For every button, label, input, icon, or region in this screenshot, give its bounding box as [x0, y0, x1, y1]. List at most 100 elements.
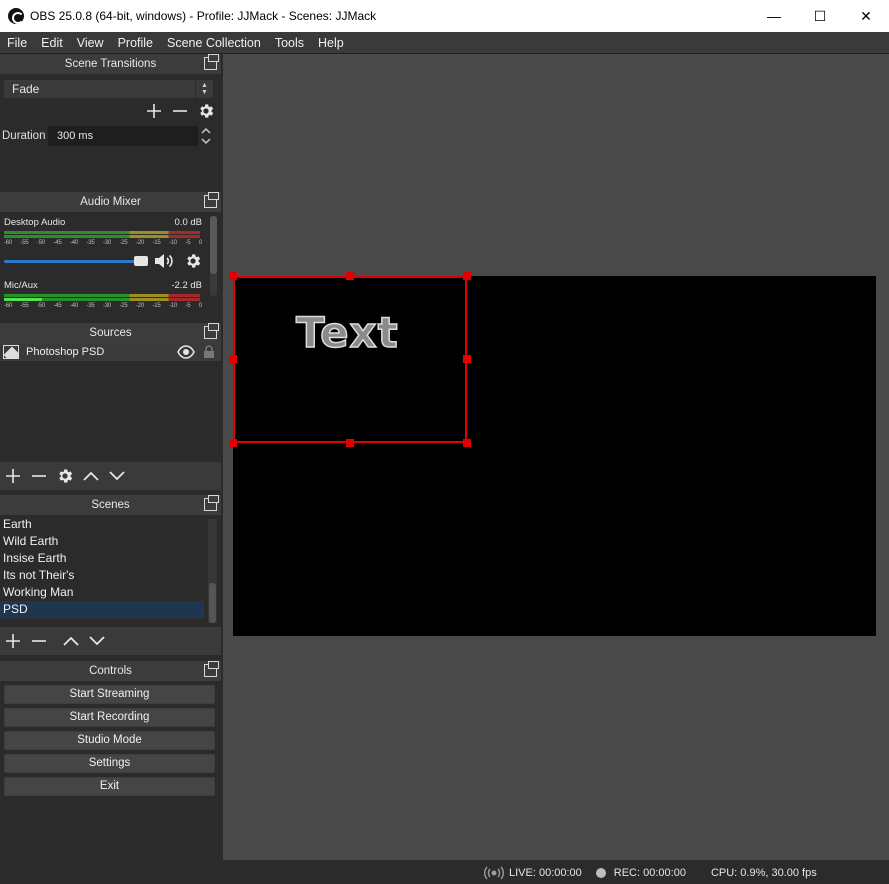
mixer-scrollbar[interactable] [210, 216, 217, 296]
meter-ticks: -60 -55 -50 -45 -40 -35 -30 -25 -20 -15 -10 -5 0 [4, 303, 202, 309]
lock-icon[interactable] [203, 345, 215, 362]
scene-item[interactable]: Its not Their's [0, 567, 204, 584]
resize-handle-bottom-right[interactable] [463, 439, 471, 447]
obs-logo-icon [8, 8, 24, 24]
source-name: Photoshop PSD [26, 346, 105, 358]
move-source-down-button[interactable] [108, 467, 126, 485]
move-source-up-button[interactable] [82, 467, 100, 485]
menu-file[interactable]: File [0, 32, 34, 54]
window-title: OBS 25.0.8 (64-bit, windows) - Profile: … [30, 9, 377, 23]
transition-select[interactable]: Fade ▲ ▼ [3, 79, 214, 99]
minimize-button[interactable]: — [751, 0, 797, 32]
remove-source-button[interactable] [30, 467, 48, 485]
resize-handle-bottom[interactable] [346, 439, 354, 447]
resize-handle-right[interactable] [463, 355, 471, 363]
menu-bar: File Edit View Profile Scene Collection … [0, 32, 889, 54]
duration-label: Duration [2, 130, 46, 142]
menu-edit[interactable]: Edit [34, 32, 70, 54]
menu-view[interactable]: View [70, 32, 111, 54]
sources-title: Sources [0, 323, 221, 343]
duration-row: Duration 300 ms [2, 126, 217, 146]
source-item[interactable]: Photoshop PSD [0, 343, 221, 361]
channel-mic-aux: Mic/Aux -2.2 dB -60 -55 -50 -45 -40 -35 -30 -25… [4, 280, 202, 309]
channel-name: Desktop Audio [4, 217, 66, 228]
gear-icon [200, 104, 214, 118]
scene-item[interactable]: Insise Earth [0, 550, 204, 567]
scenes-scrollbar[interactable] [208, 519, 217, 623]
scene-item-selected[interactable]: PSD [0, 601, 204, 618]
channel-level: -2.2 dB [171, 280, 202, 291]
scenes-scrollbar-thumb[interactable] [209, 583, 216, 623]
volume-meter [4, 231, 202, 239]
controls-buttons: Start Streaming Start Recording Studio M… [0, 681, 221, 796]
sources-panel: Sources Photoshop PSD [0, 323, 221, 490]
channel-level: 0.0 dB [174, 217, 202, 228]
source-properties-button[interactable] [56, 467, 74, 485]
minus-icon [32, 475, 46, 477]
undock-icon[interactable] [204, 54, 219, 70]
move-scene-up-button[interactable] [62, 632, 80, 650]
broadcast-icon [484, 866, 504, 880]
meter-ticks: -60 -55 -50 -45 -40 -35 -30 -25 -20 -15 -10 -5 0 [4, 240, 202, 246]
volume-slider-handle[interactable] [134, 255, 148, 266]
scenes-title-text: Scenes [91, 499, 130, 511]
studio-mode-button[interactable]: Studio Mode [4, 731, 215, 750]
menu-scene-collection[interactable]: Scene Collection [160, 32, 268, 54]
audio-mixer-title-text: Audio Mixer [80, 196, 141, 208]
volume-row [4, 252, 202, 270]
add-scene-button[interactable] [4, 632, 22, 650]
menu-help[interactable]: Help [311, 32, 351, 54]
speaker-icon[interactable] [154, 252, 176, 270]
audio-mixer-body: Desktop Audio 0.0 dB -60 -55 -50 -45 -40 -35-… [0, 212, 221, 316]
undock-icon[interactable] [204, 495, 219, 511]
remove-transition-button[interactable] [171, 102, 189, 120]
scene-transitions-title-text: Scene Transitions [64, 58, 157, 70]
record-dot-icon [595, 868, 606, 878]
undock-icon[interactable] [204, 661, 219, 677]
chevron-down-icon [89, 636, 105, 646]
undock-icon[interactable] [204, 192, 219, 208]
resize-handle-top[interactable] [346, 272, 354, 280]
undock-icon[interactable] [204, 323, 219, 339]
plus-icon [6, 634, 20, 648]
image-icon [3, 345, 19, 359]
remove-scene-button[interactable] [30, 632, 48, 650]
maximize-button[interactable]: ☐ [797, 0, 843, 32]
channel-name: Mic/Aux [4, 280, 38, 291]
resize-handle-bottom-left[interactable] [229, 439, 237, 447]
move-scene-down-button[interactable] [88, 632, 106, 650]
scene-transitions-panel: Scene Transitions Fade ▲ ▼ Duration 300 m… [0, 54, 221, 150]
volume-slider[interactable] [4, 255, 148, 266]
add-transition-button[interactable] [145, 102, 163, 120]
duration-input[interactable]: 300 ms [48, 126, 198, 146]
scene-item[interactable]: Earth [0, 516, 204, 533]
scene-item[interactable]: Wild Earth [0, 533, 204, 550]
scene-transitions-title: Scene Transitions [0, 54, 221, 74]
gear-icon[interactable] [184, 252, 202, 270]
mixer-scrollbar-thumb[interactable] [210, 216, 217, 274]
menu-tools[interactable]: Tools [268, 32, 311, 54]
close-button[interactable]: ✕ [843, 0, 889, 32]
plus-icon [147, 104, 161, 118]
transition-toolbar [145, 102, 215, 120]
resize-handle-left[interactable] [229, 355, 237, 363]
transition-properties-button[interactable] [197, 102, 215, 120]
visibility-eye-icon[interactable] [177, 345, 195, 362]
settings-button[interactable]: Settings [4, 754, 215, 773]
resize-handle-top-right[interactable] [463, 272, 471, 280]
menu-profile[interactable]: Profile [111, 32, 160, 54]
resize-handle-top-left[interactable] [229, 272, 237, 280]
chevron-up-icon [201, 127, 211, 134]
add-source-button[interactable] [4, 467, 22, 485]
transition-select-value: Fade [12, 82, 40, 96]
start-streaming-button[interactable]: Start Streaming [4, 685, 215, 704]
scene-item[interactable]: Working Man [0, 584, 204, 601]
start-recording-button[interactable]: Start Recording [4, 708, 215, 727]
scenes-toolbar [0, 627, 221, 655]
chevron-up-icon [83, 471, 99, 481]
duration-spinner[interactable] [198, 126, 214, 146]
chevron-down-icon [109, 471, 125, 481]
source-selection-box[interactable] [233, 276, 467, 443]
minus-icon [32, 640, 46, 642]
exit-button[interactable]: Exit [4, 777, 215, 796]
